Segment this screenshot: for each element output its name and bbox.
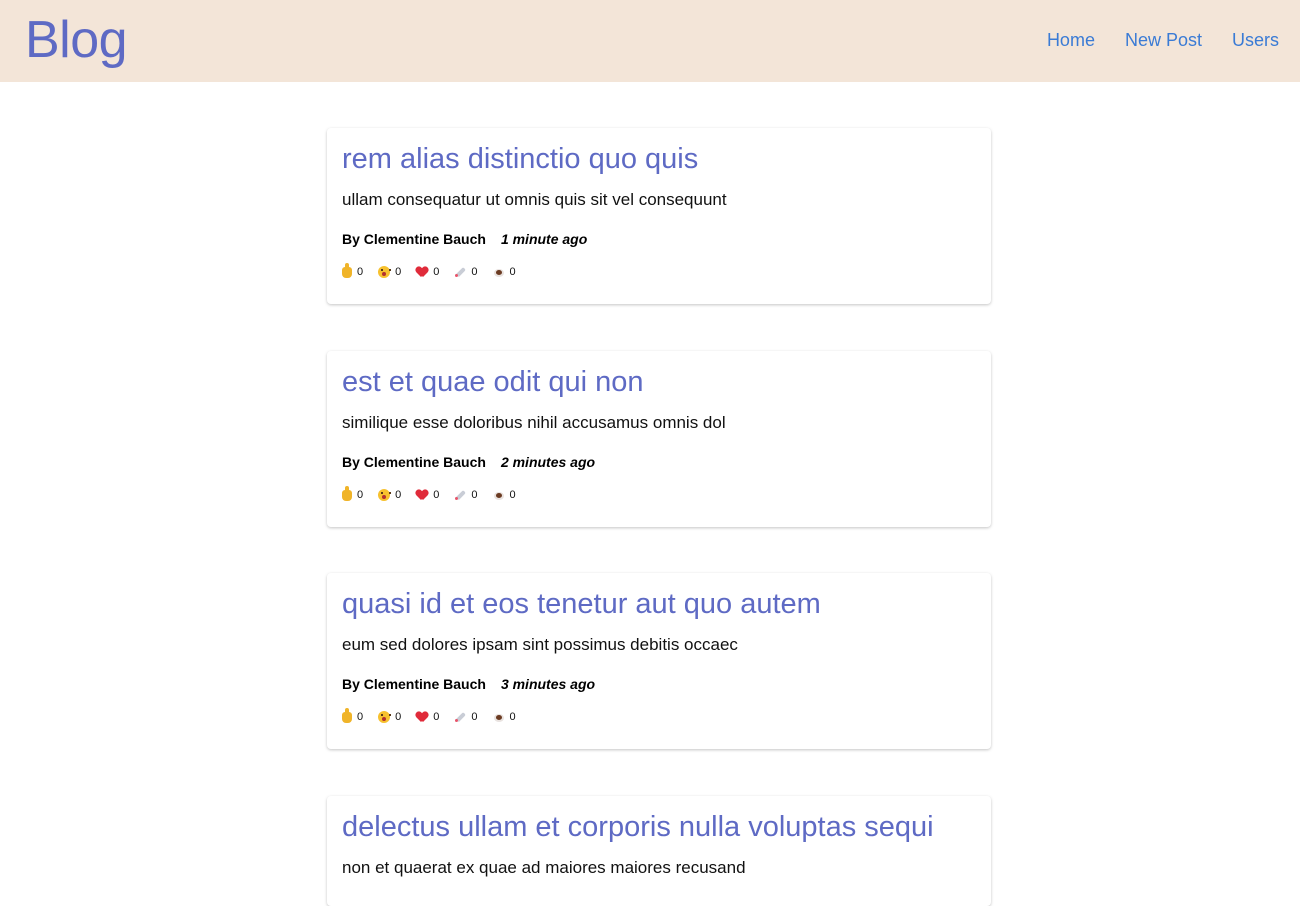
post-excerpt: eum sed dolores ipsam sint possimus debi…: [342, 635, 738, 654]
reaction-count: 0: [357, 266, 364, 278]
reaction-wow-button[interactable]: 0: [378, 488, 401, 502]
reaction-thumbs-up-button[interactable]: 0: [342, 262, 364, 279]
reaction-count: 0: [509, 266, 516, 278]
reaction-coffee-button[interactable]: 0: [493, 488, 516, 502]
nav-users-link[interactable]: Users: [1232, 30, 1279, 51]
reaction-heart-button[interactable]: 0: [416, 488, 439, 502]
post-author: By Clementine Bauch: [342, 676, 486, 692]
reaction-wow-button[interactable]: 0: [378, 710, 401, 724]
post-card: est et quae odit qui non similique esse …: [327, 351, 991, 527]
reaction-rocket-button[interactable]: 0: [454, 265, 478, 279]
rocket-icon: [454, 266, 466, 278]
post-excerpt: non et quaerat ex quae ad maiores maiore…: [342, 858, 746, 877]
top-bar: Blog Home New Post Users: [0, 0, 1300, 82]
thumbs-up-icon: [342, 707, 352, 723]
reaction-thumbs-up-button[interactable]: 0: [342, 485, 364, 502]
reaction-count: 0: [433, 711, 440, 723]
post-timestamp: 3 minutes ago: [500, 676, 596, 692]
nav-home-link[interactable]: Home: [1047, 30, 1095, 51]
thumbs-up-icon: [342, 485, 352, 501]
post-excerpt: similique esse doloribus nihil accusamus…: [342, 413, 726, 432]
reaction-count: 0: [509, 489, 516, 501]
post-timestamp: 1 minute ago: [500, 231, 588, 247]
post-timestamp: 2 minutes ago: [500, 454, 596, 470]
reaction-bar: 0 0 0 0 0: [342, 485, 976, 502]
post-meta: By Clementine Bauch 1 minute ago: [342, 230, 976, 248]
reaction-rocket-button[interactable]: 0: [454, 710, 478, 724]
reaction-count: 0: [471, 266, 478, 278]
post-title[interactable]: quasi id et eos tenetur aut quo autem: [342, 587, 976, 621]
heart-icon: [416, 490, 428, 501]
reaction-count: 0: [395, 489, 402, 501]
rocket-icon: [454, 711, 466, 723]
post-title[interactable]: est et quae odit qui non: [342, 365, 976, 399]
coffee-icon: [493, 266, 505, 278]
thumbs-up-icon: [342, 262, 352, 278]
post-card: delectus ullam et corporis nulla volupta…: [327, 796, 991, 906]
reaction-heart-button[interactable]: 0: [416, 710, 439, 724]
reaction-count: 0: [471, 711, 478, 723]
reaction-bar: 0 0 0 0 0: [342, 707, 976, 724]
nav-new-post-link[interactable]: New Post: [1125, 30, 1202, 51]
wow-face-icon: [378, 489, 392, 501]
post-excerpt: ullam consequatur ut omnis quis sit vel …: [342, 190, 727, 209]
reaction-count: 0: [471, 489, 478, 501]
wow-face-icon: [378, 711, 392, 723]
reaction-count: 0: [395, 711, 402, 723]
main-nav: Home New Post Users: [1047, 30, 1279, 51]
post-card: rem alias distinctio quo quis ullam cons…: [327, 128, 991, 304]
rocket-icon: [454, 489, 466, 501]
reaction-count: 0: [357, 489, 364, 501]
reaction-heart-button[interactable]: 0: [416, 265, 439, 279]
heart-icon: [416, 267, 428, 278]
reaction-count: 0: [509, 711, 516, 723]
post-author: By Clementine Bauch: [342, 231, 486, 247]
heart-icon: [416, 712, 428, 723]
reaction-count: 0: [357, 711, 364, 723]
reaction-count: 0: [433, 266, 440, 278]
reaction-rocket-button[interactable]: 0: [454, 488, 478, 502]
reaction-coffee-button[interactable]: 0: [493, 710, 516, 724]
site-logo[interactable]: Blog: [25, 10, 128, 70]
post-author: By Clementine Bauch: [342, 454, 486, 470]
reaction-count: 0: [395, 266, 402, 278]
coffee-icon: [493, 711, 505, 723]
post-title[interactable]: rem alias distinctio quo quis: [342, 142, 976, 176]
wow-face-icon: [378, 266, 392, 278]
post-title[interactable]: delectus ullam et corporis nulla volupta…: [342, 810, 976, 844]
reaction-bar: 0 0 0 0 0: [342, 262, 976, 279]
post-card: quasi id et eos tenetur aut quo autem eu…: [327, 573, 991, 749]
reaction-wow-button[interactable]: 0: [378, 265, 401, 279]
coffee-icon: [493, 489, 505, 501]
post-meta: By Clementine Bauch 2 minutes ago: [342, 453, 976, 471]
reaction-thumbs-up-button[interactable]: 0: [342, 707, 364, 724]
reaction-coffee-button[interactable]: 0: [493, 265, 516, 279]
reaction-count: 0: [433, 489, 440, 501]
post-meta: By Clementine Bauch 3 minutes ago: [342, 675, 976, 693]
